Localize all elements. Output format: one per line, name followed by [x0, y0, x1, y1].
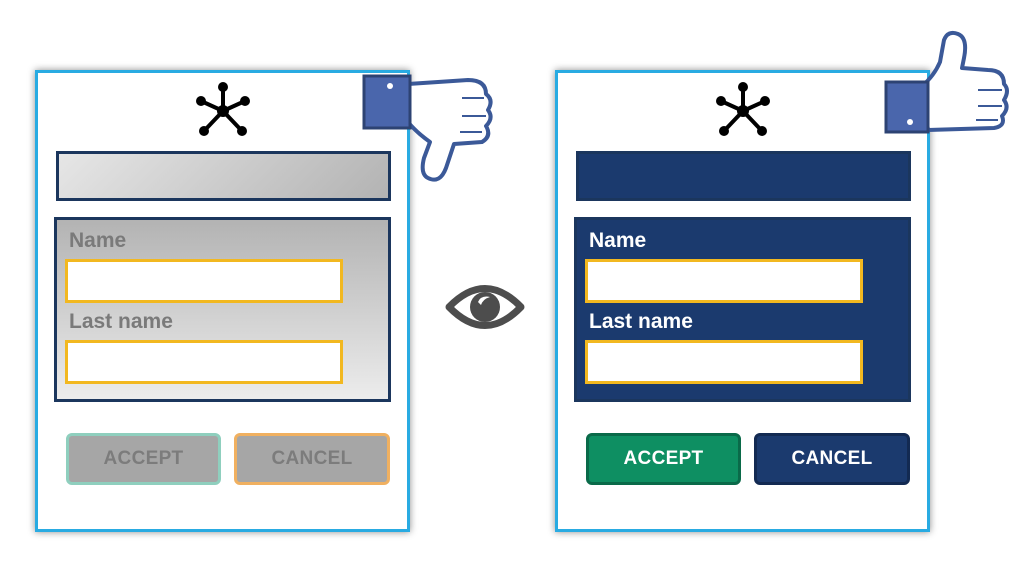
name-input[interactable]: [65, 259, 343, 303]
thumbs-up-icon: [884, 30, 1009, 134]
thumbs-down-icon: [362, 74, 493, 182]
form-box: Name Last name: [574, 217, 911, 402]
name-input[interactable]: [585, 259, 863, 303]
last-name-input[interactable]: [65, 340, 343, 384]
name-label: Name: [589, 229, 647, 252]
eye-icon: [445, 285, 525, 329]
last-name-label: Last name: [589, 310, 693, 333]
high-contrast-form-panel: Name Last name ACCEPT CANCEL: [555, 70, 930, 532]
title-bar: [576, 151, 911, 201]
accept-button[interactable]: ACCEPT: [586, 433, 741, 485]
accept-button[interactable]: ACCEPT: [66, 433, 221, 485]
cancel-button[interactable]: CANCEL: [234, 433, 390, 485]
last-name-input[interactable]: [585, 340, 863, 384]
name-label: Name: [69, 229, 127, 252]
last-name-label: Last name: [69, 310, 173, 333]
cancel-button[interactable]: CANCEL: [754, 433, 910, 485]
low-contrast-form-panel: Name Last name ACCEPT CANCEL: [35, 70, 410, 532]
form-box: Name Last name: [54, 217, 391, 402]
network-node-icon: [715, 82, 770, 136]
network-node-icon: [195, 82, 250, 136]
title-bar: [56, 151, 391, 201]
